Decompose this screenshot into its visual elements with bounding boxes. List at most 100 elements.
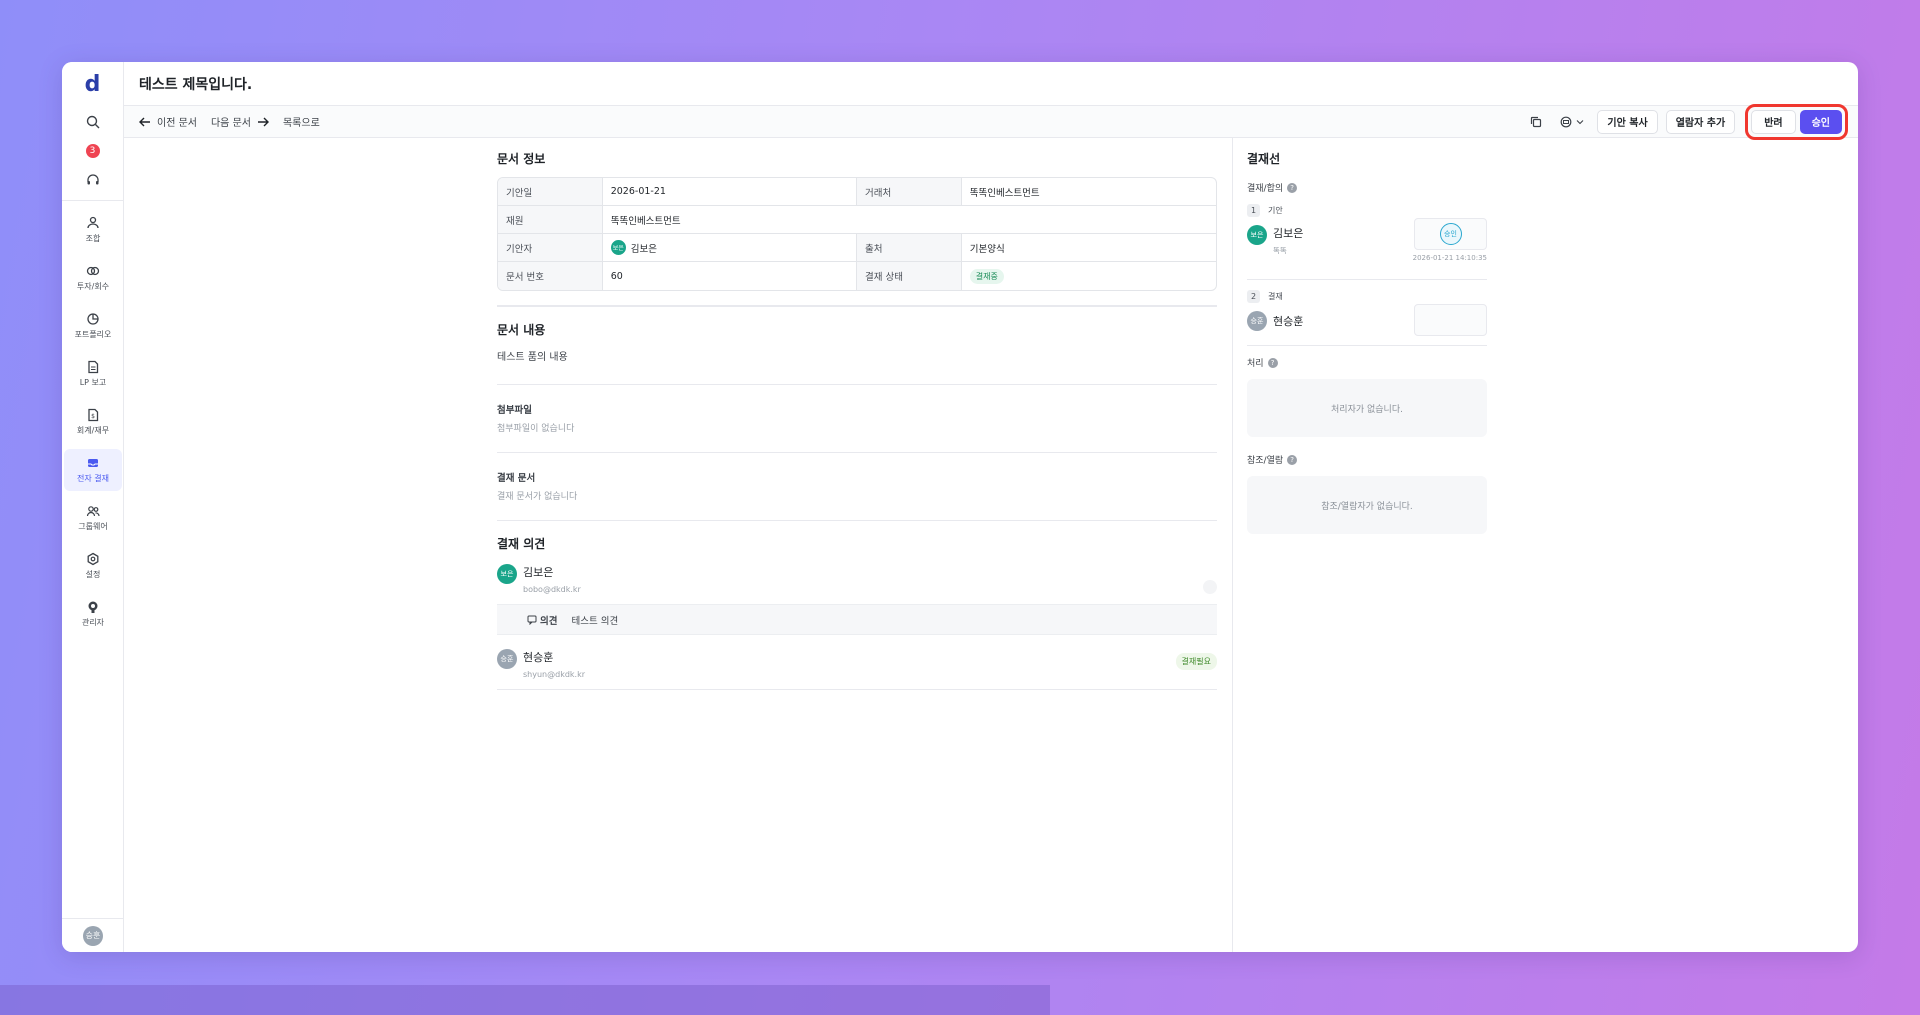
back-to-list-link[interactable]: 목록으로 — [283, 114, 320, 129]
more-options-icon[interactable] — [1203, 580, 1217, 594]
sidebar-item-label: 전자 결재 — [77, 474, 109, 483]
approve-button[interactable]: 승인 — [1799, 109, 1842, 134]
attachments-title: 첨부파일 — [497, 405, 532, 416]
opinion-email: shyun@dkdk.kr — [523, 670, 585, 679]
help-icon[interactable]: ? — [1267, 357, 1278, 368]
draft-date-value: 2026-01-21 — [602, 178, 857, 206]
sidebar-item-label: 설정 — [85, 570, 101, 579]
sidebar-item-label: 투자/회수 — [76, 282, 110, 291]
approval-step: 2 결재 승훈 현승훈 — [1247, 290, 1487, 346]
back-to-list-label: 목록으로 — [282, 118, 320, 129]
page-title: 테스트 제목입니다. — [139, 76, 253, 93]
doc-number-label: 문서 번호 — [498, 262, 603, 290]
sidebar-item-label: 관리자 — [81, 618, 105, 627]
status-badge: 결재필요 — [1175, 653, 1217, 670]
drafter-name: 김보은 — [630, 243, 657, 255]
doc-info-title: 문서 정보 — [497, 152, 546, 166]
scrollbar-track[interactable] — [0, 985, 1050, 1015]
copy-draft-button[interactable]: 기안 복사 — [1597, 109, 1658, 134]
step-user-name: 김보은 — [1273, 227, 1304, 240]
help-icon[interactable]: ? — [1287, 454, 1298, 465]
sidebar-item-portfolio[interactable]: 포트폴리오 — [64, 305, 122, 347]
sidebar: d 3 조합 투자/회수 포트폴리오 LP 보고 $ 회계/재무 전자 결재 그… — [62, 62, 124, 952]
notification-badge[interactable]: 3 — [85, 144, 100, 158]
doc-number-value: 60 — [603, 262, 857, 290]
attachments-empty: 첨부파일이 없습니다 — [497, 424, 575, 434]
sidebar-item-label: 포트폴리오 — [74, 330, 112, 339]
source-label: 재원 — [498, 206, 603, 234]
sidebar-item-e-approval[interactable]: 전자 결재 — [64, 449, 122, 491]
admin-icon — [88, 601, 98, 613]
sidebar-item-invest[interactable]: 투자/회수 — [64, 257, 122, 299]
prev-document-link[interactable]: 이전 문서 — [139, 114, 197, 129]
gear-icon — [87, 552, 99, 566]
document-main: 문서 정보 기안일 2026-01-21 거래처 똑똑인베스트먼트 재원 똑똑인… — [497, 138, 1217, 690]
arrow-left-icon — [139, 117, 150, 126]
comment-label: 의견 — [540, 615, 558, 627]
copy-icon[interactable] — [1525, 111, 1547, 133]
next-document-link[interactable]: 다음 문서 — [211, 114, 269, 129]
drafter-value: 보은 김보은 — [602, 234, 857, 262]
doc-content-body: 테스트 품의 내용 — [497, 352, 568, 363]
opinions-title: 결재 의견 — [497, 537, 546, 551]
comment-icon — [527, 615, 537, 625]
reference-title: 참조/열람 — [1247, 456, 1284, 466]
app-logo[interactable]: d — [62, 62, 123, 106]
opinion-email: bobo@dkdk.kr — [523, 585, 581, 594]
user-avatar[interactable]: 승훈 — [83, 925, 103, 946]
page-header: 테스트 제목입니다. — [124, 62, 1858, 106]
table-row: 기안일 2026-01-21 거래처 똑똑인베스트먼트 — [498, 178, 1216, 206]
step-user-dept: 똑똑 — [1273, 246, 1287, 255]
help-icon[interactable]: ? — [1287, 182, 1298, 193]
finance-icon: $ — [88, 408, 99, 422]
approval-action-group: 반려 승인 — [1745, 103, 1848, 140]
sidebar-item-groupware[interactable]: 그룹웨어 — [64, 497, 122, 539]
avatar: 보은 — [497, 564, 517, 584]
chevron-down-icon — [1577, 119, 1584, 124]
sidebar-item-admin[interactable]: 관리자 — [64, 593, 122, 635]
doc-info-table: 기안일 2026-01-21 거래처 똑똑인베스트먼트 재원 똑똑인베스트먼트 … — [497, 177, 1217, 291]
related-docs-empty: 결재 문서가 없습니다 — [497, 492, 578, 502]
avatar: 승훈 — [497, 649, 517, 669]
sidebar-item-label: LP 보고 — [79, 378, 107, 387]
svg-text:$: $ — [91, 413, 95, 420]
sidebar-item-accounting[interactable]: $ 회계/재무 — [64, 401, 122, 443]
step-type: 결재 — [1268, 292, 1283, 301]
add-viewer-button[interactable]: 열람자 추가 — [1665, 109, 1736, 134]
sidebar-item-lp-report[interactable]: LP 보고 — [64, 353, 122, 395]
process-empty: 처리자가 없습니다. — [1247, 379, 1487, 437]
headset-icon[interactable] — [85, 172, 101, 188]
toolbar: 이전 문서 다음 문서 목록으로 기안 복사 열람자 추가 반려 승인 — [124, 103, 1858, 140]
table-row: 재원 똑똑인베스트먼트 — [498, 206, 1216, 234]
invest-icon — [86, 266, 100, 276]
approval-line-subtitle: 결재/합의 — [1247, 184, 1284, 194]
opinion-comment: 의견 테스트 의견 — [497, 604, 1217, 635]
signature-box — [1414, 304, 1487, 336]
approval-timestamp: 2026-01-21 14:10:35 — [1412, 254, 1487, 262]
origin-value: 기본양식 — [961, 234, 1216, 262]
avatar: 보은 — [610, 240, 626, 255]
doc-content-title: 문서 내용 — [497, 323, 546, 337]
print-dropdown[interactable] — [1555, 111, 1589, 133]
search-icon[interactable] — [85, 114, 101, 130]
avatar: 승훈 — [1247, 311, 1267, 331]
sidebar-item-fund[interactable]: 조합 — [64, 209, 122, 251]
draft-date-label: 기안일 — [498, 178, 603, 206]
status-label: 결재 상태 — [857, 262, 962, 290]
reject-button[interactable]: 반려 — [1751, 109, 1796, 134]
sidebar-item-settings[interactable]: 설정 — [64, 545, 122, 587]
origin-label: 출처 — [857, 234, 962, 262]
approval-step: 1 기안 보은 김보은 똑똑 승인 2026-01-21 14:10:35 — [1247, 204, 1487, 280]
related-docs-title: 결재 문서 — [497, 473, 536, 484]
arrow-right-icon — [257, 117, 269, 126]
client-label: 거래처 — [857, 178, 962, 206]
step-number: 2 — [1247, 290, 1260, 303]
avatar: 보은 — [1247, 225, 1267, 245]
table-row: 기안자 보은 김보은 출처 기본양식 — [498, 234, 1216, 262]
sidebar-item-label: 조합 — [85, 234, 101, 243]
step-number: 1 — [1247, 204, 1260, 217]
step-user-name: 현승훈 — [1273, 315, 1304, 328]
reference-empty: 참조/열람자가 없습니다. — [1247, 476, 1487, 534]
opinion-name: 현승훈 — [523, 651, 554, 664]
app-window: d 3 조합 투자/회수 포트폴리오 LP 보고 $ 회계/재무 전자 결재 그… — [62, 62, 1858, 952]
